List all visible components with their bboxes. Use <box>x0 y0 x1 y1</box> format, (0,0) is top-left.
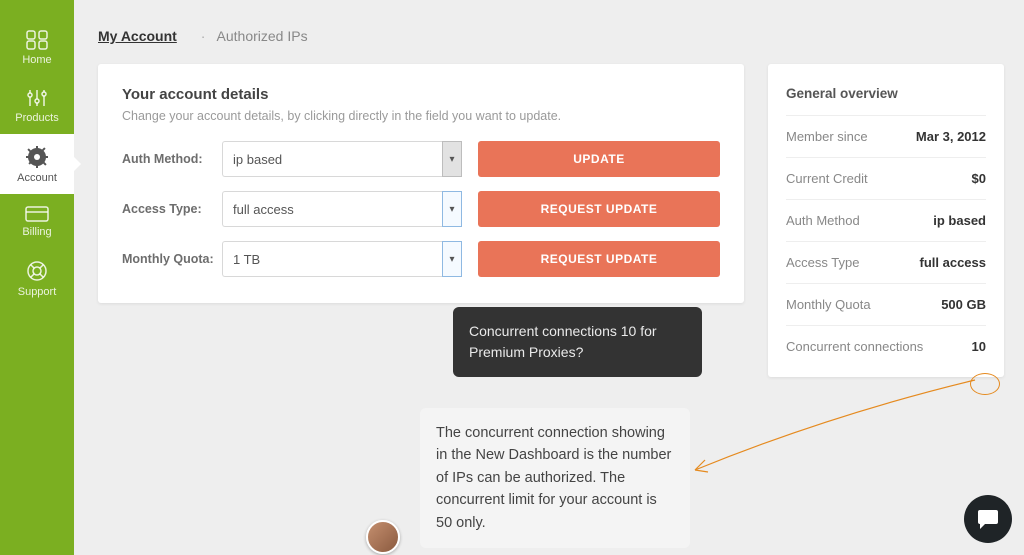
sidebar-item-label: Home <box>22 54 51 66</box>
update-button[interactable]: UPDATE <box>478 141 720 177</box>
overview-title: General overview <box>786 86 986 101</box>
overview-row-access-type: Access Typefull access <box>786 241 986 283</box>
lifebuoy-icon <box>26 260 48 282</box>
sidebar-item-label: Billing <box>22 226 51 238</box>
row-access-type: Access Type: ▾ REQUEST UPDATE <box>122 191 720 227</box>
breadcrumb: My Account · Authorized IPs <box>98 28 308 44</box>
overview-row-member-since: Member sinceMar 3, 2012 <box>786 115 986 157</box>
card-subtitle: Change your account details, by clicking… <box>122 109 720 123</box>
row-label: Access Type: <box>122 202 222 216</box>
account-details-card: Your account details Change your account… <box>98 64 744 303</box>
overview-row-current-credit: Current Credit$0 <box>786 157 986 199</box>
sidebar-item-billing[interactable]: Billing <box>0 194 74 248</box>
breadcrumb-secondary[interactable]: Authorized IPs <box>217 28 308 44</box>
breadcrumb-separator: · <box>201 28 206 44</box>
gear-icon <box>26 146 48 168</box>
sidebar-item-account[interactable]: Account <box>0 134 74 194</box>
chat-answer-text: The concurrent connection showing in the… <box>436 425 671 531</box>
overview-row-monthly-quota: Monthly Quota500 GB <box>786 283 986 325</box>
monthly-quota-select[interactable]: ▾ <box>222 241 462 277</box>
sidebar-item-support[interactable]: Support <box>0 248 74 308</box>
request-update-quota-button[interactable]: REQUEST UPDATE <box>478 241 720 277</box>
home-icon <box>26 30 48 50</box>
chat-question-bubble: Concurrent connections 10 for Premium Pr… <box>453 307 702 377</box>
overview-row-concurrent: Concurrent connections10 <box>786 325 986 367</box>
chat-question-text: Concurrent connections 10 for Premium Pr… <box>469 323 657 360</box>
row-label: Auth Method: <box>122 152 222 166</box>
row-monthly-quota: Monthly Quota: ▾ REQUEST UPDATE <box>122 241 720 277</box>
monthly-quota-input[interactable] <box>222 241 462 277</box>
chat-launcher-button[interactable] <box>964 495 1012 543</box>
sliders-icon <box>26 88 48 108</box>
card-title: Your account details <box>122 86 720 103</box>
row-auth-method: Auth Method: ▾ UPDATE <box>122 141 720 177</box>
sidebar-item-products[interactable]: Products <box>0 76 74 134</box>
auth-method-select[interactable]: ▾ <box>222 141 462 177</box>
auth-method-input[interactable] <box>222 141 462 177</box>
access-type-select[interactable]: ▾ <box>222 191 462 227</box>
request-update-access-button[interactable]: REQUEST UPDATE <box>478 191 720 227</box>
chevron-down-icon[interactable]: ▾ <box>442 141 462 177</box>
annotation-arrow <box>680 375 980 485</box>
avatar <box>366 520 400 554</box>
chat-answer-bubble: The concurrent connection showing in the… <box>420 408 690 548</box>
breadcrumb-current[interactable]: My Account <box>98 28 177 44</box>
sidebar-item-label: Account <box>17 172 57 184</box>
sidebar: Home Products Account Billing Support <box>0 0 74 555</box>
overview-row-auth-method: Auth Methodip based <box>786 199 986 241</box>
access-type-input[interactable] <box>222 191 462 227</box>
annotation-circle <box>970 373 1000 395</box>
sidebar-item-label: Products <box>15 112 58 124</box>
chevron-down-icon[interactable]: ▾ <box>442 191 462 227</box>
row-label: Monthly Quota: <box>122 252 222 266</box>
general-overview-card: General overview Member sinceMar 3, 2012… <box>768 64 1004 377</box>
sidebar-item-home[interactable]: Home <box>0 18 74 76</box>
chevron-down-icon[interactable]: ▾ <box>442 241 462 277</box>
card-icon <box>25 206 49 222</box>
chat-icon <box>976 508 1000 530</box>
sidebar-item-label: Support <box>18 286 57 298</box>
